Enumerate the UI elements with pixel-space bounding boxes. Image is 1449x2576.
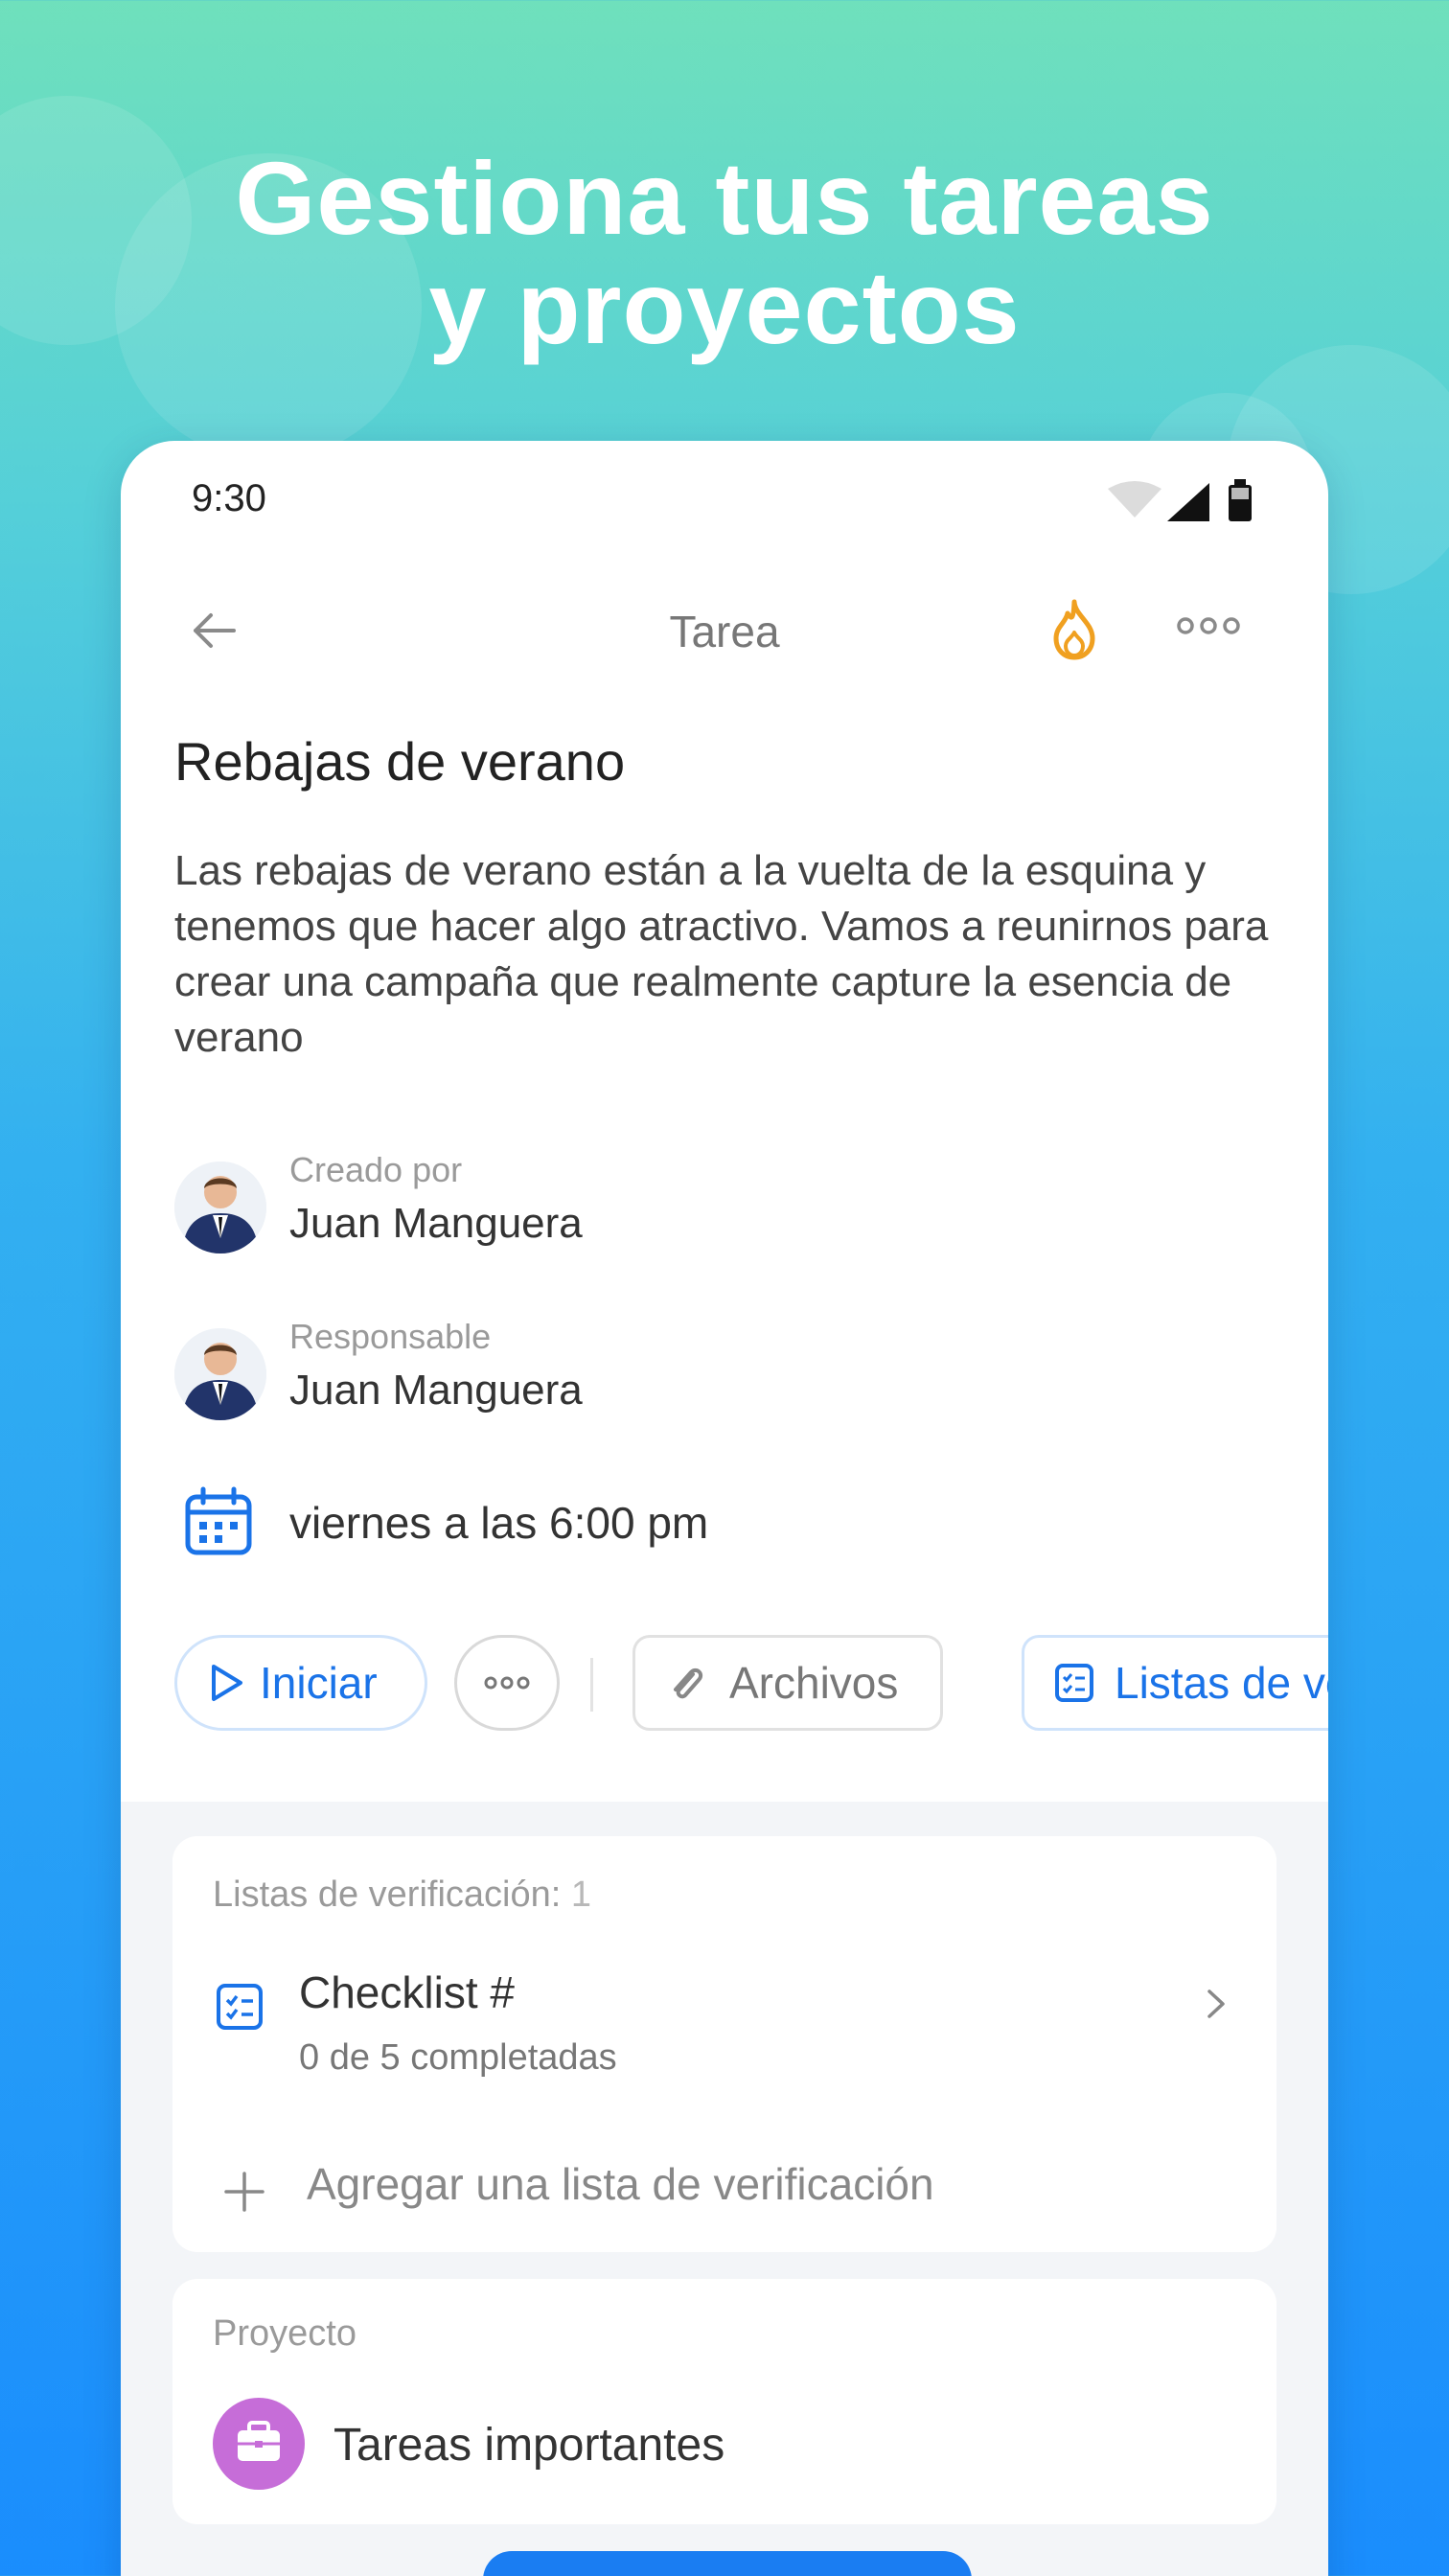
files-button-label: Archivos — [729, 1658, 899, 1708]
action-divider — [590, 1658, 593, 1712]
checklists-button-label: Listas de verificación — [1115, 1658, 1328, 1708]
checklists-card: Listas de verificación: 1 Checklist # 0 … — [172, 1836, 1276, 2252]
files-button[interactable]: Archivos — [632, 1635, 943, 1731]
checklists-button[interactable]: Listas de verificación — [1022, 1635, 1328, 1731]
task-title[interactable]: Rebajas de verano — [174, 730, 625, 793]
task-description[interactable]: Las rebajas de verano están a la vuelta … — [174, 843, 1276, 1066]
project-label: Proyecto — [213, 2313, 356, 2354]
checklists-count: 1 — [570, 1874, 591, 1915]
status-time: 9:30 — [192, 477, 266, 519]
signal-icon — [1167, 483, 1209, 521]
start-button-label: Iniciar — [260, 1658, 378, 1708]
created-by-label: Creado por — [289, 1150, 463, 1189]
headline-line-2: y proyectos — [428, 249, 1021, 365]
more-options-icon[interactable] — [1175, 611, 1242, 640]
more-actions-button[interactable] — [454, 1635, 560, 1731]
checklists-card-label: Listas de verificación: 1 — [213, 1874, 591, 1916]
checklist-title: Checklist # — [299, 1967, 515, 2017]
project-name: Tareas importantes — [334, 2420, 725, 2471]
promo-headline: Gestiona tus tareas y proyectos — [0, 144, 1449, 362]
assignee-row[interactable]: Responsable Juan Manguera — [174, 1317, 1229, 1422]
headline-line-1: Gestiona tus tareas — [235, 140, 1214, 256]
checklist-icon — [1055, 1664, 1093, 1702]
assignee-name[interactable]: Juan Manguera — [289, 1367, 583, 1414]
start-button[interactable]: Iniciar — [174, 1635, 427, 1731]
plus-icon — [224, 2172, 264, 2212]
checklist-progress: 0 de 5 completadas — [299, 2037, 617, 2078]
phone-screen: 9:30 Tarea Rebajas de verano Las rebajas… — [121, 441, 1328, 2576]
bottom-primary-button[interactable] — [483, 2551, 972, 2576]
add-checklist-label: Agregar una lista de verificación — [307, 2159, 934, 2209]
checklists-label: Listas de verificación: — [213, 1874, 562, 1915]
chevron-right-icon — [1208, 1990, 1225, 2018]
play-icon — [212, 1665, 242, 1701]
ellipsis-icon — [484, 1676, 530, 1690]
checklist-icon — [217, 1984, 263, 2030]
created-by-row: Creado por Juan Manguera — [174, 1150, 1229, 1255]
due-date-text: viernes a las 6:00 pm — [289, 1498, 709, 1548]
due-date-row[interactable]: viernes a las 6:00 pm — [174, 1485, 1229, 1572]
project-card[interactable]: Proyecto Tareas importantes — [172, 2279, 1276, 2524]
assignee-label: Responsable — [289, 1317, 492, 1356]
avatar — [174, 1162, 266, 1254]
avatar — [174, 1328, 266, 1420]
wifi-icon — [1108, 481, 1162, 518]
paperclip-icon — [674, 1668, 703, 1699]
appbar-title: Tarea — [669, 607, 780, 656]
action-bar: Iniciar Archivos Listas de verificación — [174, 1635, 1328, 1740]
status-icons — [1108, 479, 1252, 521]
fire-icon[interactable] — [1041, 596, 1108, 663]
person-avatar-icon — [174, 1162, 266, 1254]
calendar-icon — [185, 1486, 252, 1555]
person-avatar-icon — [174, 1328, 266, 1420]
briefcase-icon — [213, 2398, 305, 2490]
created-by-name[interactable]: Juan Manguera — [289, 1200, 583, 1248]
